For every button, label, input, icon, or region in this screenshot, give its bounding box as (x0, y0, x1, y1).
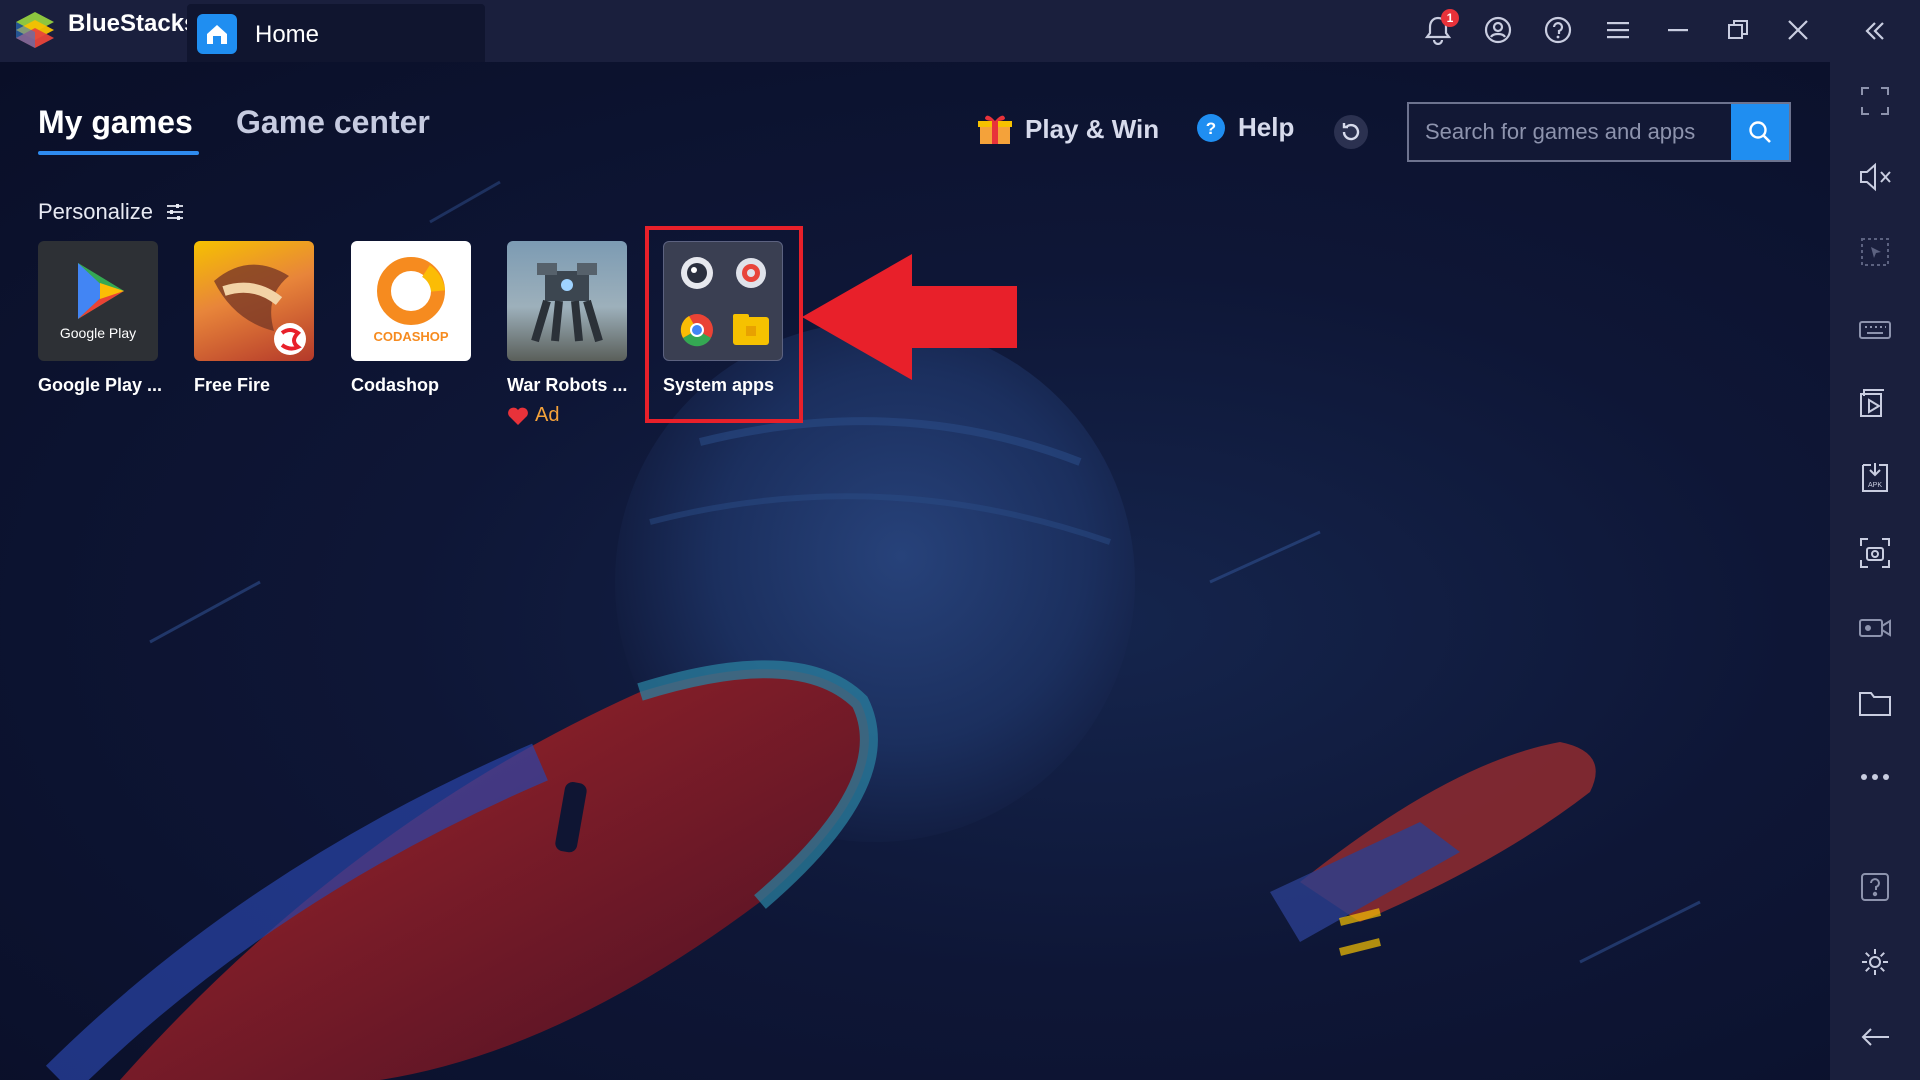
app-label: Google Play ... (38, 375, 163, 395)
google-play-icon: Google Play (38, 241, 158, 361)
right-sidebar: APK (1830, 0, 1920, 1080)
war-robots-icon (507, 241, 627, 361)
minimize-icon[interactable] (1661, 13, 1695, 47)
home-tab-label: Home (255, 21, 320, 48)
record-icon[interactable] (1854, 607, 1896, 649)
notification-badge: 1 (1441, 9, 1459, 27)
tab-game-center[interactable]: Game center (236, 104, 430, 141)
collapse-icon[interactable] (1854, 10, 1896, 52)
play-win-label: Play & Win (1025, 113, 1160, 144)
play-win-button[interactable]: Play & Win (977, 112, 1159, 146)
bell-icon[interactable]: 1 (1421, 9, 1459, 47)
bluestacks-logo (16, 12, 54, 48)
ad-tag: Ad (507, 404, 629, 427)
search-box (1407, 102, 1791, 162)
space-background-art (45, 180, 1701, 1080)
app-free-fire[interactable]: Free Fire (194, 241, 316, 396)
title-bar: BlueStacks Home 1 (0, 0, 1830, 62)
tab-my-games[interactable]: My games (38, 104, 193, 141)
mute-icon[interactable] (1854, 156, 1896, 198)
gift-icon (978, 115, 1012, 144)
settings-icon[interactable] (1854, 941, 1896, 983)
help-badge-icon: ? (1197, 113, 1225, 142)
app-war-robots[interactable]: War Robots ... Ad (507, 241, 629, 427)
ad-label: Ad (535, 404, 560, 426)
pointer-icon[interactable] (1854, 231, 1896, 273)
search-icon (1749, 121, 1771, 143)
search-button[interactable] (1731, 104, 1789, 160)
home-icon (197, 14, 237, 54)
svg-text:APK: APK (1868, 482, 1882, 489)
google-play-caption: Google Play (59, 325, 137, 341)
help-circle-icon[interactable] (1541, 13, 1575, 47)
keyboard-icon[interactable] (1854, 307, 1896, 349)
active-tab-underline (38, 151, 199, 155)
red-arrow-annotation (802, 254, 1017, 380)
fullscreen-icon[interactable] (1854, 80, 1896, 122)
personalize-label: Personalize (38, 199, 153, 224)
help-button[interactable]: ? Help (1196, 112, 1294, 143)
brand-name: BlueStacks (68, 10, 198, 37)
sliders-icon (166, 204, 183, 220)
account-icon[interactable] (1481, 13, 1515, 47)
heart-icon (508, 407, 528, 425)
close-icon[interactable] (1781, 13, 1815, 47)
more-icon[interactable] (1854, 756, 1896, 798)
install-apk-icon[interactable]: APK (1854, 457, 1896, 499)
media-manager-icon[interactable] (1854, 382, 1896, 424)
refresh-icon[interactable] (1333, 114, 1369, 150)
app-label: Free Fire (194, 375, 271, 395)
folder-icon[interactable] (1854, 682, 1896, 724)
home-tab[interactable]: Home (187, 4, 485, 62)
search-input[interactable] (1409, 104, 1732, 160)
personalize-button[interactable]: Personalize (38, 199, 185, 225)
free-fire-icon (194, 241, 314, 361)
restore-icon[interactable] (1721, 13, 1755, 47)
app-codashop[interactable]: CODASHOP Codashop (351, 241, 473, 396)
codashop-caption: CODASHOP (373, 329, 449, 344)
app-google-play[interactable]: Google Play Google Play ... (38, 241, 163, 396)
screenshot-icon[interactable] (1854, 532, 1896, 574)
app-label: War Robots ... (507, 375, 628, 395)
highlight-box (645, 226, 803, 423)
help-icon[interactable] (1854, 866, 1896, 908)
svg-text:?: ? (1206, 119, 1216, 138)
app-label: Codashop (351, 375, 439, 395)
back-icon[interactable] (1854, 1016, 1896, 1058)
help-label: Help (1238, 112, 1295, 142)
codashop-icon: CODASHOP (351, 241, 471, 361)
menu-icon[interactable] (1601, 13, 1635, 47)
main-content: My games Game center Play & Win ? Help S… (0, 62, 1830, 1080)
